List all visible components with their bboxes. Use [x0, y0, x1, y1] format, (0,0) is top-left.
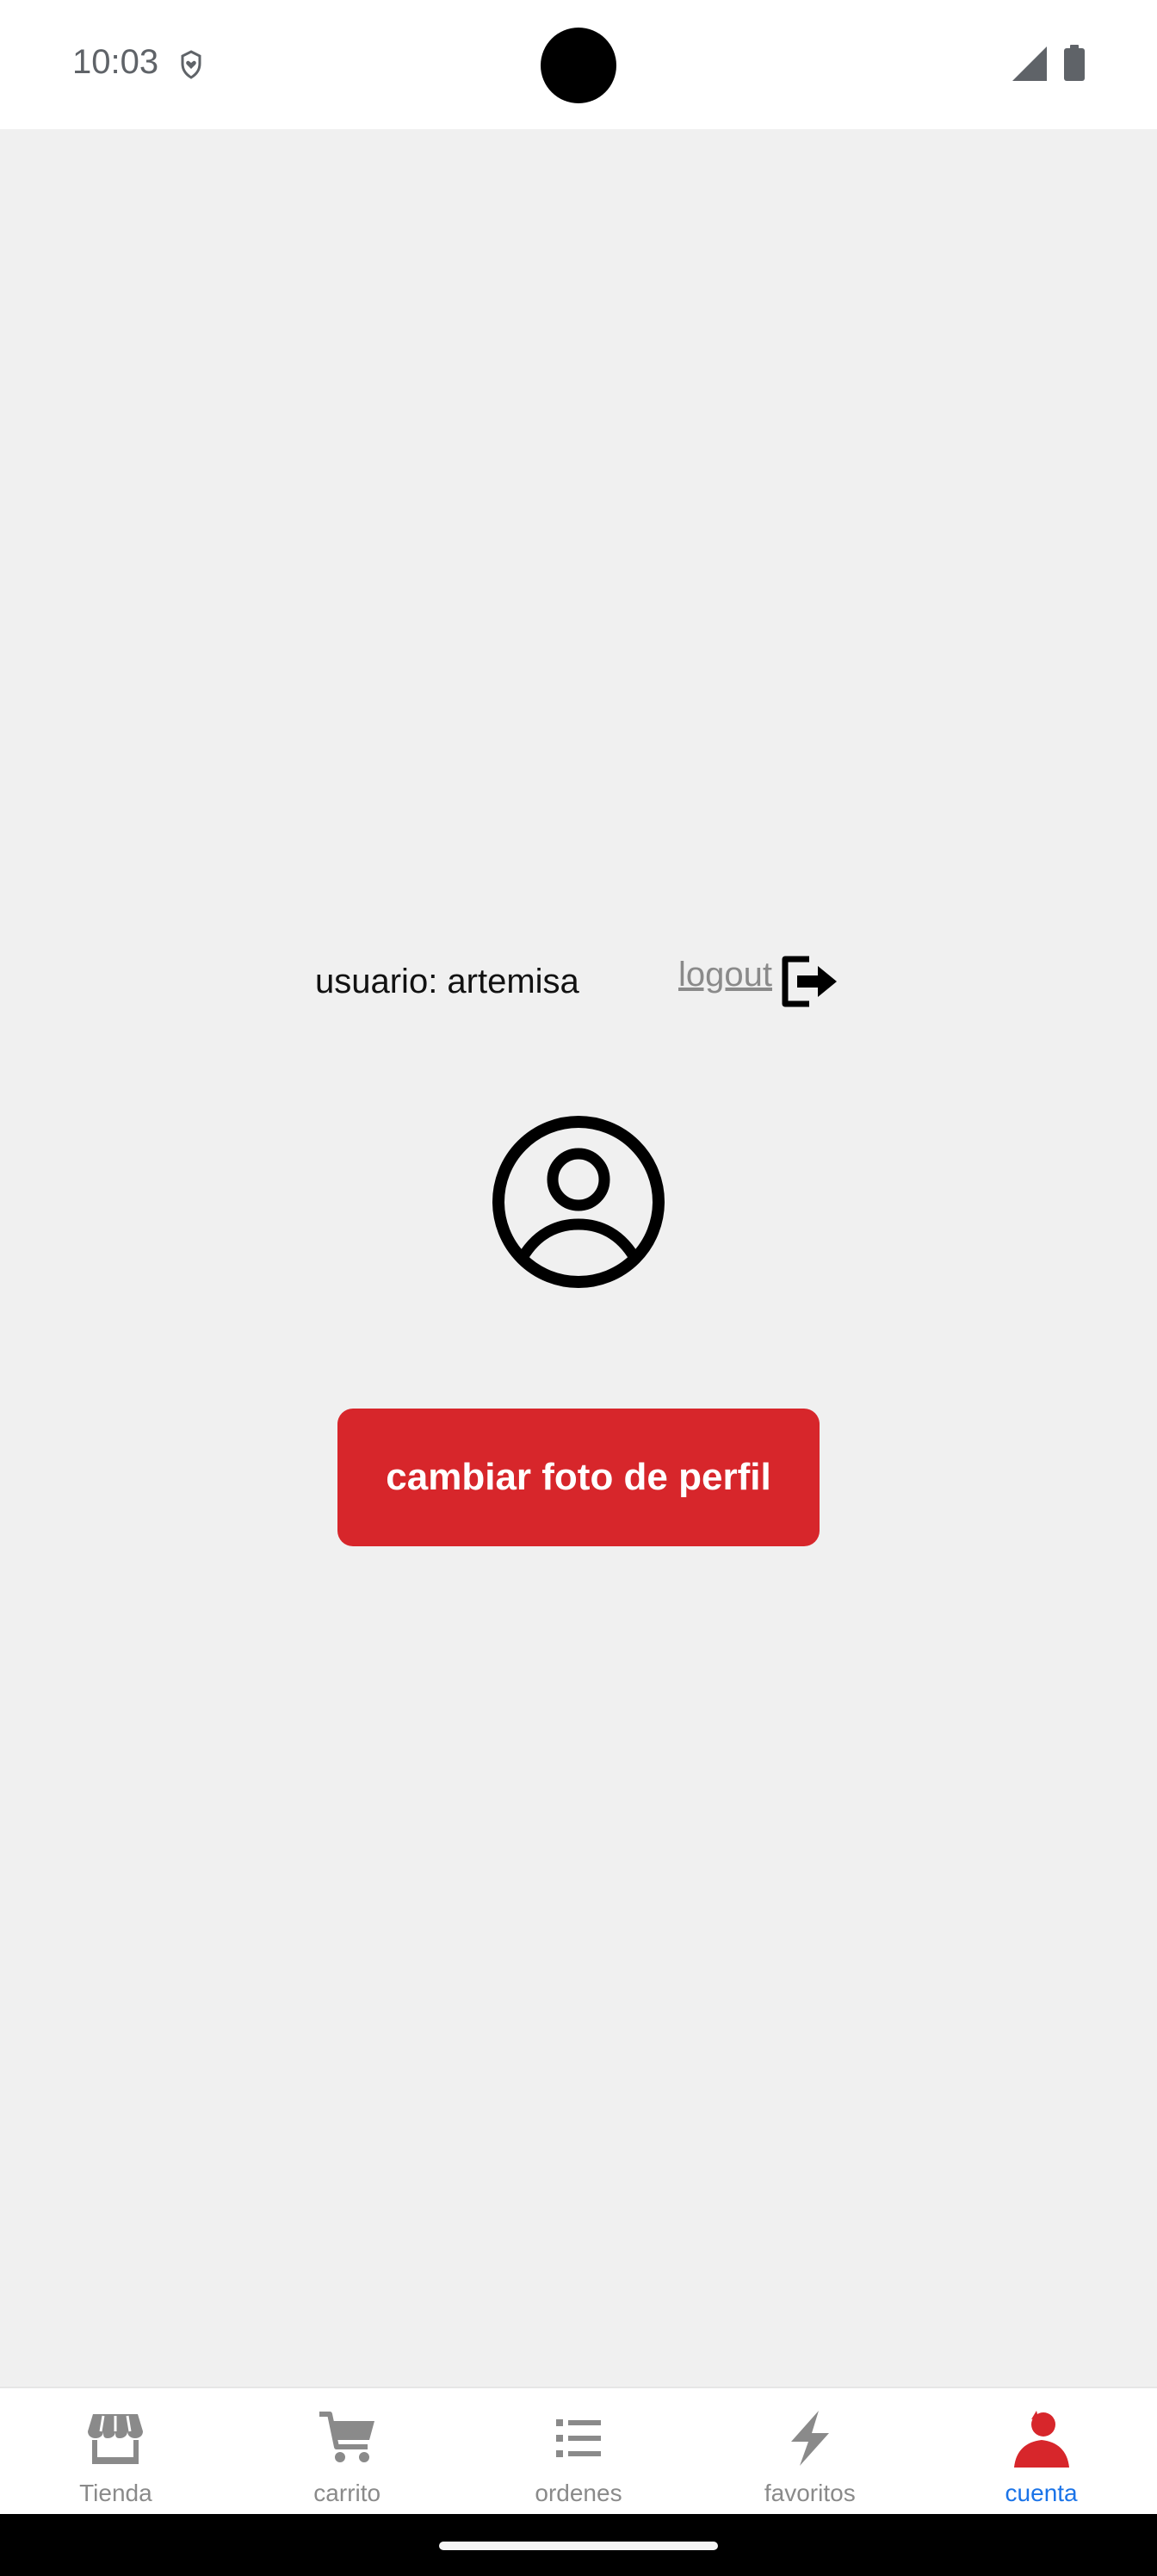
nav-label-favoritos: favoritos	[764, 2480, 856, 2506]
bolt-icon	[790, 2411, 829, 2466]
username-label: usuario: artemisa	[315, 963, 579, 1000]
account-circle-icon	[492, 1116, 665, 1288]
nav-label-carrito: carrito	[313, 2480, 381, 2506]
gesture-navigation-bar	[0, 2514, 1157, 2576]
nav-item-tienda[interactable]: Tienda	[0, 2388, 232, 2514]
gesture-handle[interactable]	[439, 2542, 718, 2550]
cart-icon	[319, 2412, 375, 2462]
nav-label-tienda: Tienda	[79, 2480, 152, 2506]
list-icon	[555, 2419, 601, 2457]
bottom-navigation: Tienda carrito ordenes favoritos cuenta	[0, 2387, 1157, 2514]
shield-heart-icon	[181, 50, 201, 79]
nav-item-carrito[interactable]: carrito	[232, 2388, 463, 2514]
logout-link[interactable]: logout	[678, 956, 772, 994]
nav-item-cuenta[interactable]: cuenta	[925, 2388, 1157, 2514]
nav-item-ordenes[interactable]: ordenes	[463, 2388, 695, 2514]
battery-icon	[1064, 45, 1085, 81]
logout-icon[interactable]	[778, 951, 840, 1012]
status-bar: 10:03	[0, 0, 1157, 129]
nav-label-cuenta: cuenta	[1005, 2480, 1078, 2506]
person-icon	[1013, 2411, 1069, 2468]
camera-cutout	[541, 28, 616, 103]
account-screen: 10:03 usuario: artemisa logout cambiar f…	[0, 0, 1157, 2576]
status-time: 10:03	[72, 43, 159, 81]
nav-item-favoritos[interactable]: favoritos	[694, 2388, 925, 2514]
change-profile-photo-button[interactable]: cambiar foto de perfil	[337, 1409, 820, 1546]
cell-signal-icon	[1012, 46, 1047, 81]
nav-label-ordenes: ordenes	[535, 2480, 622, 2506]
store-icon	[88, 2414, 144, 2464]
